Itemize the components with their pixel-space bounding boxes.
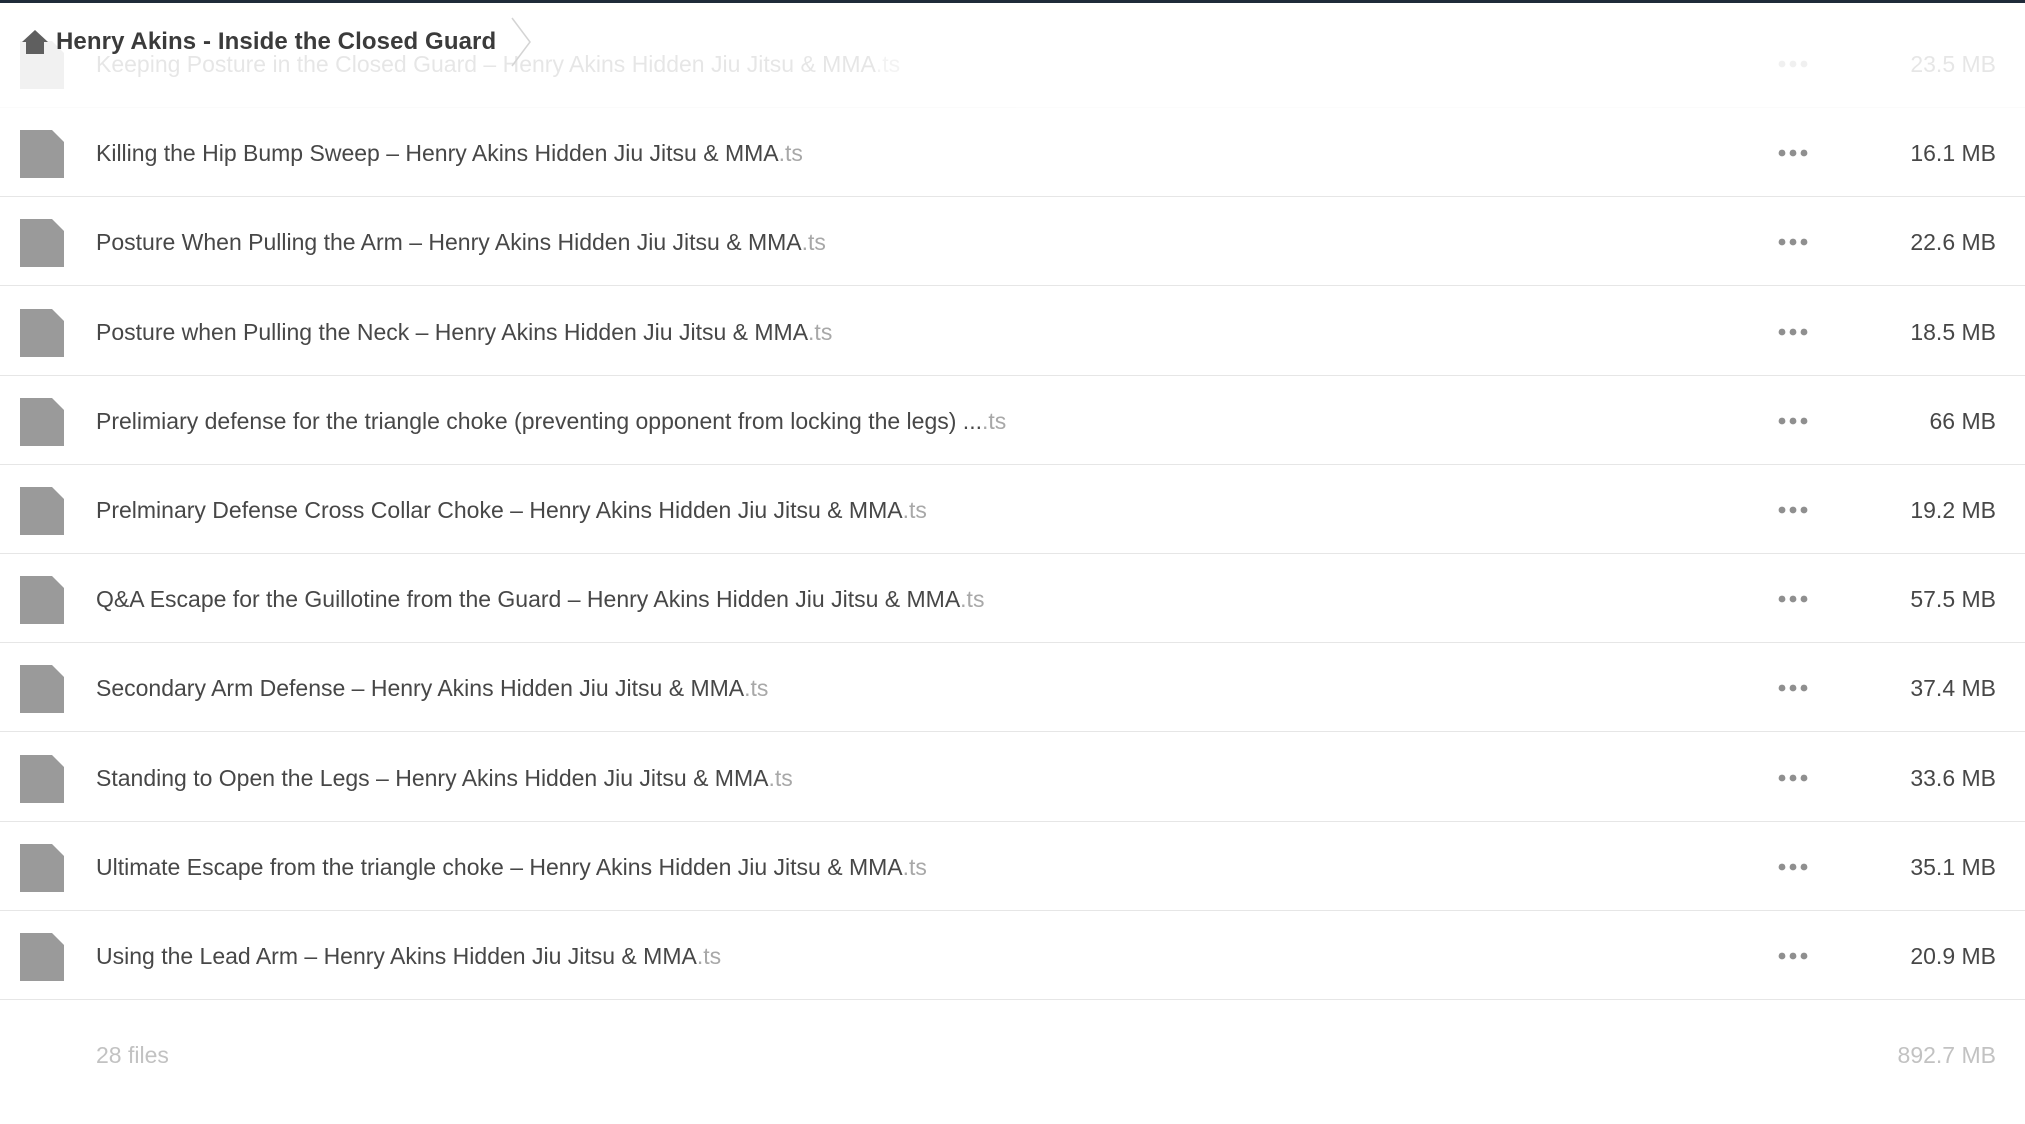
more-options-button[interactable]: [1772, 941, 1814, 971]
more-options-button[interactable]: [1772, 138, 1814, 168]
file-extension: .ts: [902, 853, 927, 880]
file-name[interactable]: Standing to Open the Legs – Henry Akins …: [96, 734, 793, 822]
file-icon: [20, 665, 64, 714]
file-icon: [20, 487, 64, 535]
file-size: 23.5 MB: [1910, 51, 1996, 77]
file-name[interactable]: Secondary Arm Defense – Henry Akins Hidd…: [96, 644, 768, 732]
file-icon: [20, 130, 64, 179]
file-size: 18.5 MB: [1910, 318, 1996, 345]
file-icon: [20, 933, 64, 981]
file-row[interactable]: Q&A Escape for the Guillotine from the G…: [0, 555, 2025, 644]
file-list-footer: 28 files 892.7 MB: [0, 1010, 2025, 1100]
ellipsis-icon: [1778, 684, 1808, 692]
file-name-base: Prelminary Defense Cross Collar Choke – …: [96, 497, 903, 523]
file-name[interactable]: Prelminary Defense Cross Collar Choke – …: [96, 466, 927, 554]
file-icon: [20, 843, 64, 892]
file-row[interactable]: Killing the Hip Bump Sweep – Henry Akins…: [0, 109, 2025, 198]
file-count: 28 files: [96, 1042, 169, 1068]
top-border: [0, 0, 2025, 3]
file-name[interactable]: Using the Lead Arm – Henry Akins Hidden …: [96, 912, 721, 1000]
file-size: 37.4 MB: [1910, 675, 1996, 702]
ellipsis-icon: [1778, 60, 1808, 68]
file-extension: .ts: [744, 675, 769, 702]
breadcrumb: Henry Akins - Inside the Closed Guard: [18, 17, 532, 67]
file-row[interactable]: Ultimate Escape from the triangle choke …: [0, 823, 2025, 911]
file-name-base: Q&A Escape for the Guillotine from the G…: [96, 586, 961, 613]
file-size: 22.6 MB: [1910, 229, 1996, 256]
file-extension: .ts: [960, 586, 985, 613]
file-extension: .ts: [696, 943, 722, 969]
file-size: 35.1 MB: [1910, 853, 1996, 880]
more-options-button[interactable]: [1772, 227, 1814, 257]
ellipsis-icon: [1778, 863, 1808, 871]
file-size: 66 MB: [1929, 407, 1996, 434]
file-extension: .ts: [768, 764, 793, 791]
file-name[interactable]: Posture When Pulling the Arm – Henry Aki…: [96, 198, 826, 286]
file-row[interactable]: Standing to Open the Legs – Henry Akins …: [0, 734, 2025, 822]
more-options-button[interactable]: [1772, 584, 1814, 614]
more-options-button[interactable]: [1772, 406, 1814, 436]
ellipsis-icon: [1778, 952, 1808, 960]
file-extension: .ts: [875, 51, 901, 77]
file-extension: .ts: [981, 407, 1007, 434]
file-extension: .ts: [778, 140, 803, 167]
file-name-base: Posture when Pulling the Neck – Henry Ak…: [96, 318, 809, 345]
file-name[interactable]: Posture when Pulling the Neck – Henry Ak…: [96, 288, 832, 376]
home-icon[interactable]: [18, 25, 52, 59]
more-options-button[interactable]: [1772, 763, 1814, 793]
file-size: 33.6 MB: [1910, 764, 1996, 791]
file-row[interactable]: Prelminary Defense Cross Collar Choke – …: [0, 466, 2025, 554]
file-size: 20.9 MB: [1910, 943, 1996, 969]
file-name[interactable]: Prelimiary defense for the triangle chok…: [96, 377, 1006, 465]
file-icon: [20, 397, 64, 446]
more-options-button[interactable]: [1772, 317, 1814, 347]
file-extension: .ts: [902, 497, 927, 523]
file-name-base: Standing to Open the Legs – Henry Akins …: [96, 764, 769, 791]
file-name-base: Killing the Hip Bump Sweep – Henry Akins…: [96, 140, 779, 167]
file-size: 19.2 MB: [1910, 497, 1996, 523]
more-options-button[interactable]: [1772, 49, 1814, 79]
ellipsis-icon: [1778, 238, 1808, 246]
ellipsis-icon: [1778, 506, 1808, 514]
ellipsis-icon: [1778, 774, 1808, 781]
file-extension: .ts: [808, 318, 833, 345]
breadcrumb-separator-icon: [511, 17, 532, 67]
total-size: 892.7 MB: [1897, 1042, 1996, 1068]
file-name-base: Prelimiary defense for the triangle chok…: [96, 407, 982, 434]
file-icon: [20, 754, 64, 803]
file-name[interactable]: Q&A Escape for the Guillotine from the G…: [96, 555, 984, 643]
more-options-button[interactable]: [1772, 852, 1814, 882]
file-icon: [20, 576, 64, 625]
breadcrumb-current-folder[interactable]: Henry Akins - Inside the Closed Guard: [56, 28, 496, 56]
more-options-button[interactable]: [1772, 495, 1814, 525]
ellipsis-icon: [1778, 417, 1808, 425]
file-row[interactable]: Posture When Pulling the Arm – Henry Aki…: [0, 198, 2025, 287]
more-options-button[interactable]: [1772, 673, 1814, 703]
file-name-base: Using the Lead Arm – Henry Akins Hidden …: [96, 943, 697, 969]
file-name-base: Secondary Arm Defense – Henry Akins Hidd…: [96, 675, 745, 702]
file-row[interactable]: Secondary Arm Defense – Henry Akins Hidd…: [0, 644, 2025, 733]
ellipsis-icon: [1778, 328, 1808, 335]
file-icon: [20, 308, 64, 357]
file-size: 57.5 MB: [1910, 586, 1996, 613]
file-row[interactable]: Prelimiary defense for the triangle chok…: [0, 377, 2025, 465]
file-extension: .ts: [801, 229, 826, 256]
file-name[interactable]: Ultimate Escape from the triangle choke …: [96, 823, 927, 911]
file-name-base: Posture When Pulling the Arm – Henry Aki…: [96, 229, 802, 256]
file-name-base: Ultimate Escape from the triangle choke …: [96, 853, 903, 880]
file-icon: [20, 219, 64, 268]
ellipsis-icon: [1778, 595, 1808, 603]
ellipsis-icon: [1778, 149, 1808, 157]
file-row[interactable]: Using the Lead Arm – Henry Akins Hidden …: [0, 912, 2025, 1000]
file-size: 16.1 MB: [1910, 140, 1996, 167]
file-row[interactable]: Posture when Pulling the Neck – Henry Ak…: [0, 288, 2025, 376]
file-name[interactable]: Killing the Hip Bump Sweep – Henry Akins…: [96, 109, 803, 197]
